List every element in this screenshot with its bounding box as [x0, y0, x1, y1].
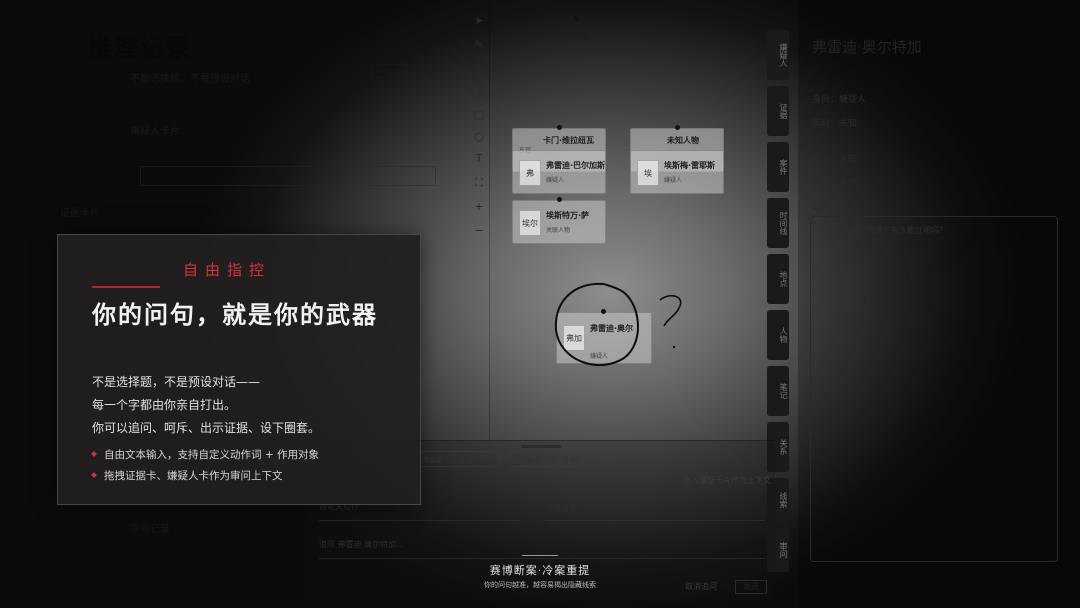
feature-kicker: 自由指控 — [183, 261, 272, 279]
detail-line: 身份：嫌疑人 — [812, 95, 867, 105]
watermark-subtitle: 你的问句越准，越容易揭出隐藏线索 — [484, 581, 596, 589]
feature-bullet-text: 拖拽证据卡、嫌疑人卡作为审问上下文 — [104, 470, 283, 482]
feature-bullet: 自由文本输入，支持自定义动作词 + 作用对象 — [91, 447, 319, 462]
accent-rule — [92, 286, 160, 288]
side-tab[interactable]: 时间线 — [767, 198, 789, 248]
watermark-title: 赛博断案·冷案重提 — [489, 564, 591, 577]
suspect-name: 弗雷迪·奥尔特加 — [812, 38, 922, 56]
watermark-rule — [522, 555, 558, 556]
drag-handle[interactable] — [521, 445, 561, 448]
side-tab[interactable]: 地点 — [767, 254, 789, 304]
feature-callout-panel: 自由指控 你的问句，就是你的武器 不是选择题，不是预设对话—— 每一个字都由你亲… — [57, 234, 421, 505]
suspect-detail-panel: 弗雷迪·奥尔特加 身份：嫌疑人 年龄：未知 职业：未知 关系：未知 动机：未知 … — [798, 0, 1080, 608]
detail-line: 关系：未知 — [812, 179, 858, 189]
side-tab[interactable]: 证据 — [767, 86, 789, 136]
question-placeholder: 案发当晚你在哪里？有人能证明吗？ — [819, 226, 947, 235]
context-hint: 拖入嫌疑卡片作为上下文 — [683, 476, 771, 485]
bullet-diamond-icon — [91, 472, 97, 478]
feature-body-line: 不是选择题，不是预设对话—— — [92, 375, 261, 389]
detail-line: 年龄：未知 — [812, 119, 858, 129]
context-chip[interactable]: 弗雷迪·巴尔加斯 · 嫌疑 — [415, 451, 501, 467]
detail-line: 动机：未知 — [812, 203, 858, 213]
target-input[interactable]: 作用对象 — [545, 501, 765, 521]
bullet-diamond-icon — [91, 451, 97, 457]
detail-line: 职业：未知 — [812, 155, 858, 165]
send-button[interactable]: 发送 — [735, 580, 767, 594]
game-watermark: 赛博断案·冷案重提 你的问句越准，越容易揭出隐藏线索 — [470, 555, 610, 590]
feature-bullet: 拖拽证据卡、嫌疑人卡作为审问上下文 — [91, 468, 283, 483]
question-textarea[interactable]: 案发当晚你在哪里？有人能证明吗？ — [810, 216, 1058, 562]
context-chip[interactable]: 埃斯梅·雷耶斯 · 证据 — [505, 451, 584, 467]
feature-body-line: 每一个字都由你亲自打出。 — [92, 398, 237, 412]
feature-headline: 你的问句，就是你的武器 — [92, 300, 378, 329]
cancel-button[interactable]: 取消追问 — [685, 581, 717, 592]
side-tab[interactable]: 笔记 — [767, 366, 789, 416]
side-tab[interactable]: 嫌疑人 — [767, 30, 789, 80]
side-tab[interactable]: 人物 — [767, 310, 789, 360]
side-tab[interactable]: 案件 — [767, 142, 789, 192]
feature-bullet-text: 自由文本输入，支持自定义动作词 + 作用对象 — [104, 449, 319, 461]
feature-body-line: 你可以追问、呵斥、出示证据、设下圈套。 — [92, 421, 321, 435]
